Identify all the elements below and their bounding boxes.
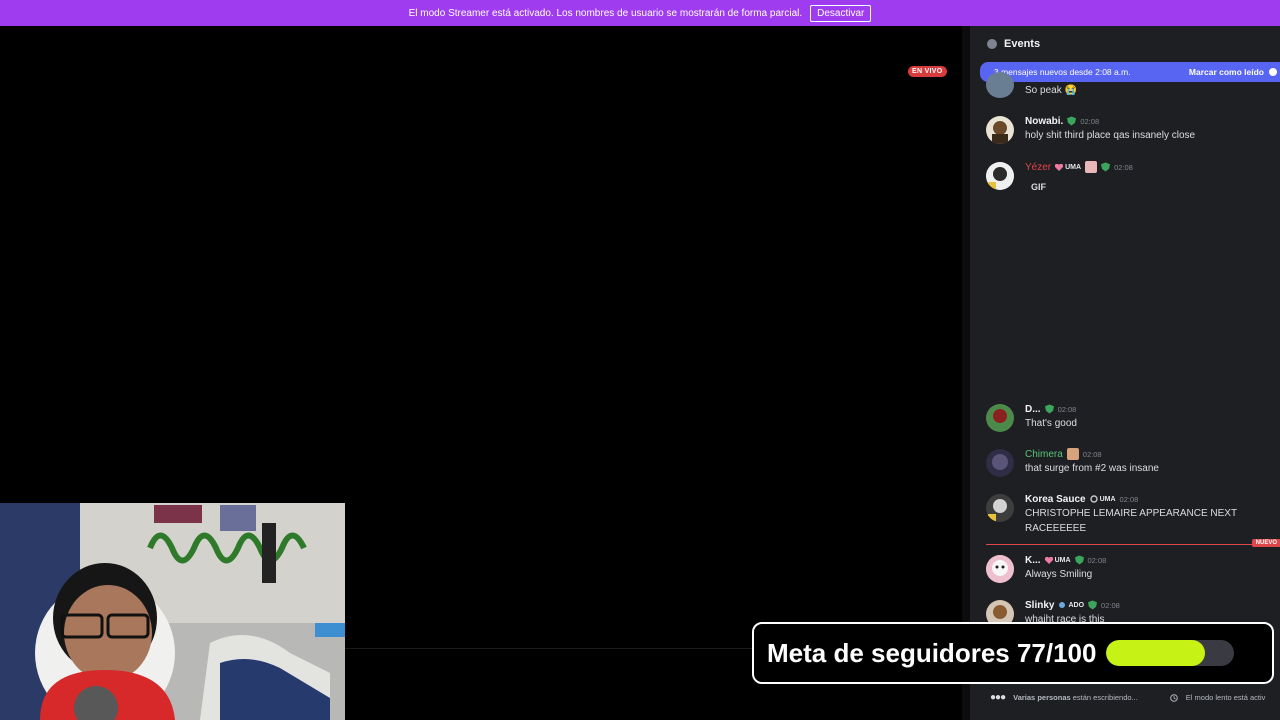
message-text: Always Smiling bbox=[1025, 569, 1093, 580]
avatar-image bbox=[986, 116, 1014, 144]
chat-message[interactable]: D... 02:08 That's good bbox=[986, 402, 1276, 436]
role-tag: UMA bbox=[1089, 495, 1116, 503]
role-tag: ADO bbox=[1058, 601, 1084, 609]
avatar-image bbox=[986, 555, 1014, 583]
message-text: holy shit third place qas insanely close bbox=[1025, 130, 1196, 141]
user-avatar[interactable] bbox=[986, 162, 1014, 190]
chat-message[interactable]: Chimera 02:08 that surge from #2 was ins… bbox=[986, 447, 1276, 481]
typing-who: Varias personas bbox=[1013, 693, 1071, 702]
avatar-image bbox=[986, 449, 1014, 477]
typing-indicator: ●●● Varias personas están escribiendo...… bbox=[990, 692, 1280, 703]
avatar-image bbox=[986, 494, 1014, 522]
follower-goal-progress bbox=[1106, 640, 1235, 666]
message-time: 02:08 bbox=[1080, 116, 1100, 126]
streamer-mode-banner: El modo Streamer está activado. Los nomb… bbox=[0, 0, 1280, 26]
new-messages-label: NUEVO bbox=[1251, 539, 1280, 547]
user-avatar[interactable] bbox=[986, 404, 1014, 432]
role-tag-label: UMA bbox=[1065, 163, 1082, 171]
ring-icon bbox=[1089, 495, 1098, 503]
panel-separator bbox=[962, 26, 970, 720]
message-text: That's good bbox=[1025, 418, 1077, 429]
message-text: So peak 😭 bbox=[1025, 85, 1077, 96]
follower-goal-label: Meta de seguidores 77/100 bbox=[767, 637, 1097, 668]
message-time: 02:08 bbox=[1119, 494, 1139, 504]
chat-message[interactable]: So peak 😭 bbox=[986, 72, 1276, 102]
heart-icon bbox=[1055, 163, 1064, 171]
shield-icon bbox=[1067, 116, 1077, 126]
message-time: 02:08 bbox=[1101, 600, 1120, 610]
typing-text: Varias personas están escribiendo... bbox=[1013, 693, 1138, 702]
typing-suffix: están escribiendo... bbox=[1070, 693, 1138, 702]
user-avatar[interactable] bbox=[986, 555, 1014, 583]
chat-message[interactable]: Korea Sauce UMA 02:08 CHRISTOPHE LEMAIRE… bbox=[986, 492, 1276, 540]
role-tag: UMA bbox=[1055, 163, 1082, 171]
chat-bubble-icon bbox=[987, 39, 997, 49]
webcam-image bbox=[0, 503, 345, 720]
badge-icon bbox=[1059, 602, 1066, 608]
chat-message[interactable]: Yézer UMA 02:08 GIF bbox=[986, 160, 1276, 200]
slowmode-text: El modo lento está activ bbox=[1185, 693, 1266, 702]
avatar-image bbox=[986, 162, 1014, 190]
follower-goal-widget: Meta de seguidores 77/100 bbox=[752, 622, 1274, 684]
username[interactable]: Korea Sauce bbox=[1025, 494, 1086, 505]
user-avatar[interactable] bbox=[986, 116, 1014, 144]
role-tag-label: UMA bbox=[1099, 495, 1116, 503]
shield-icon bbox=[1044, 404, 1054, 414]
username[interactable]: Slinky bbox=[1025, 600, 1054, 611]
message-time: 02:08 bbox=[1082, 449, 1102, 459]
message-time: 02:08 bbox=[1087, 555, 1107, 565]
username[interactable]: D... bbox=[1025, 404, 1041, 415]
message-text: that surge from #2 was insane bbox=[1025, 463, 1159, 474]
message-time: 02:08 bbox=[1057, 404, 1077, 414]
user-avatar[interactable] bbox=[986, 494, 1014, 522]
disable-streamer-mode-button[interactable]: Desactivar bbox=[810, 4, 872, 22]
message-time: 02:08 bbox=[1114, 162, 1133, 172]
chat-header-title: Events bbox=[1004, 38, 1041, 50]
role-tag: UMA bbox=[1044, 556, 1071, 564]
user-avatar[interactable] bbox=[986, 449, 1014, 477]
username[interactable]: Nowabi. bbox=[1025, 116, 1063, 127]
shield-icon bbox=[1074, 555, 1084, 565]
heart-icon bbox=[1044, 556, 1053, 564]
new-messages-divider: NUEVO bbox=[986, 539, 1280, 547]
clock-icon bbox=[1169, 693, 1178, 702]
live-badge: EN VIVO bbox=[908, 66, 947, 77]
gif-attachment[interactable]: GIF bbox=[1025, 180, 1275, 195]
chat-message[interactable]: K... UMA 02:08 Always Smiling bbox=[986, 553, 1276, 587]
username[interactable]: Yézer bbox=[1025, 162, 1051, 173]
user-avatar[interactable] bbox=[986, 72, 1014, 98]
message-text: CHRISTOPHE LEMAIRE APPEARANCE NEXT RACEE… bbox=[1025, 508, 1237, 534]
emblem-icon bbox=[1085, 161, 1098, 173]
role-tag-label: UMA bbox=[1054, 556, 1071, 564]
chat-message[interactable]: Nowabi. 02:08 holy shit third place qas … bbox=[986, 114, 1276, 148]
role-tag-label: ADO bbox=[1068, 601, 1085, 609]
chat-header: Events bbox=[970, 26, 1280, 62]
username[interactable]: Chimera bbox=[1025, 449, 1063, 460]
chat-panel: Events 3 mensajes nuevos desde 2:08 a.m.… bbox=[970, 26, 1280, 720]
webcam-feed bbox=[0, 503, 345, 720]
follower-goal-progress-fill bbox=[1106, 640, 1206, 666]
username[interactable]: K... bbox=[1025, 555, 1041, 566]
typing-dots-icon: ●●● bbox=[990, 692, 1006, 703]
shield-icon bbox=[1088, 600, 1098, 610]
avatar-image bbox=[986, 404, 1014, 432]
shield-icon bbox=[1101, 162, 1111, 172]
streamer-mode-text: El modo Streamer está activado. Los nomb… bbox=[408, 7, 803, 19]
emblem-icon bbox=[1066, 448, 1079, 460]
